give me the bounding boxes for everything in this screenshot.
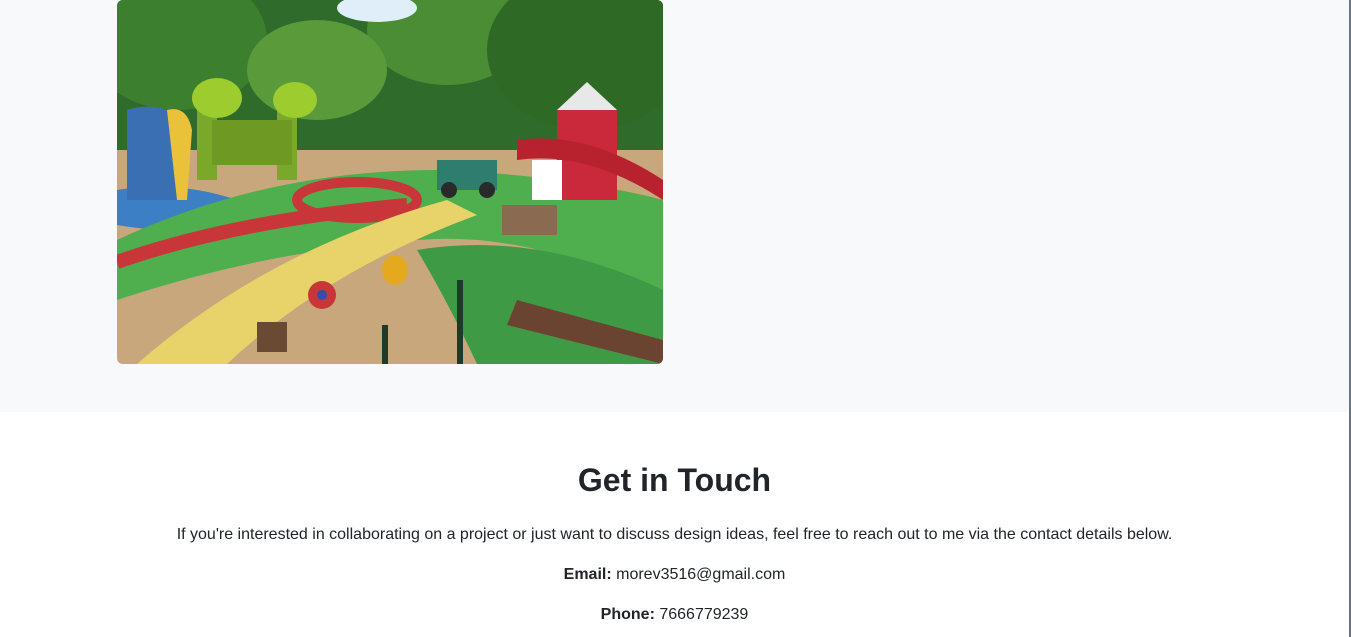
playground-photo: [117, 0, 663, 364]
email-label: Email:: [563, 566, 612, 583]
contact-intro-text: If you're interested in collaborating on…: [176, 526, 1173, 543]
portfolio-section: [0, 0, 1349, 412]
phone-value: 7666779239: [659, 606, 749, 623]
contact-title: Get in Touch: [577, 462, 772, 498]
contact-email: Email: morev3516@gmail.com: [0, 564, 1349, 586]
contact-section: Get in Touch If you're interested in col…: [0, 412, 1349, 637]
contact-phone: Phone: 7666779239: [0, 604, 1349, 626]
email-value: morev3516@gmail.com: [616, 566, 786, 583]
phone-label: Phone:: [600, 606, 655, 623]
project-image: [117, 0, 663, 364]
